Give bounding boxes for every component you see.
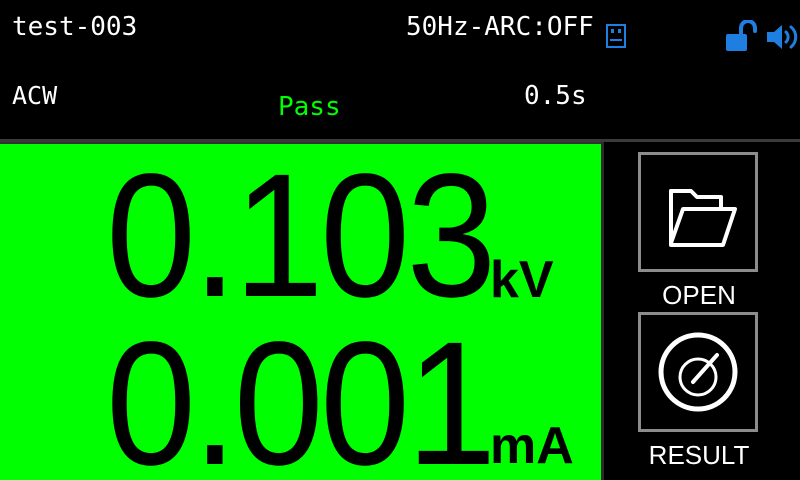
unlock-icon[interactable] (725, 20, 759, 52)
test-time: 0.5s (524, 81, 587, 111)
result-button-label[interactable]: RESULT (619, 440, 779, 470)
open-button-label[interactable]: OPEN (619, 280, 779, 310)
voltage-unit: kV (490, 251, 554, 309)
result-button[interactable] (638, 312, 758, 432)
test-mode-label: ACW (12, 81, 58, 110)
folder-icon (669, 189, 737, 247)
test-result-status: Pass (278, 92, 341, 122)
current-reading: 0.001 (106, 306, 496, 480)
panel-separator (601, 142, 604, 480)
gauge-icon (658, 332, 738, 412)
current-unit: mA (490, 417, 574, 475)
speaker-icon[interactable] (766, 22, 800, 52)
open-button[interactable] (638, 152, 758, 272)
usb-icon (606, 24, 626, 48)
frequency-arc-status: 50Hz-ARC:OFF (406, 12, 594, 42)
file-name: test-003 (12, 12, 138, 42)
voltage-reading: 0.103 (106, 138, 496, 334)
